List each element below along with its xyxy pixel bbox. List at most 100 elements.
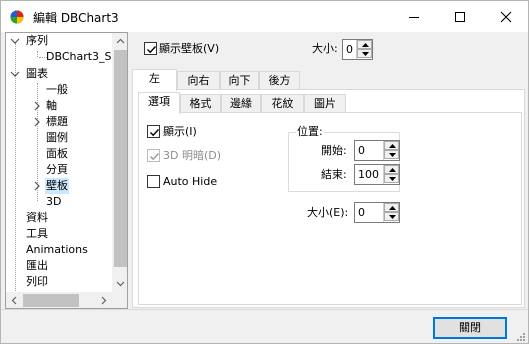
spin-up-button[interactable] xyxy=(357,40,372,49)
auto-hide-checkbox[interactable] xyxy=(147,175,160,188)
spin-up-icon xyxy=(389,144,396,148)
inner-size-value[interactable]: 0 xyxy=(358,206,365,219)
spin-up-button[interactable] xyxy=(384,203,399,212)
start-value[interactable]: 0 xyxy=(358,144,365,157)
tab-picture[interactable]: 圖片 xyxy=(304,94,346,114)
tab-options[interactable]: 選項 xyxy=(138,92,180,114)
visible-label[interactable]: 顯示(I) xyxy=(163,125,197,139)
spin-up-button[interactable] xyxy=(384,141,399,150)
tab-back[interactable]: 後方 xyxy=(259,71,300,91)
tab-label: 圖片 xyxy=(314,97,336,110)
expand-icon xyxy=(34,117,40,127)
position-group-title: 位置: xyxy=(296,125,324,139)
tab-left[interactable]: 左 xyxy=(132,69,177,91)
tree-connector xyxy=(15,43,16,293)
tab-right[interactable]: 向右 xyxy=(177,71,220,91)
scroll-corner xyxy=(112,292,127,308)
close-window-button[interactable] xyxy=(483,1,528,32)
minimize-button[interactable] xyxy=(391,1,437,32)
checkmark-icon xyxy=(147,46,157,54)
tree-item-label: 資料 xyxy=(26,211,48,224)
tree-connector xyxy=(37,51,38,57)
spin-up-icon xyxy=(389,206,396,210)
show-wall-label[interactable]: 顯示壁板(V) xyxy=(159,42,219,56)
wall-size-value[interactable]: 0 xyxy=(346,43,353,56)
tree-item-label: 序列 xyxy=(26,34,48,47)
tab-label: 向下 xyxy=(228,74,251,87)
tree-item-label: DBChart3_Se xyxy=(46,50,119,63)
scroll-thumb[interactable] xyxy=(114,50,127,267)
spinner-buttons xyxy=(383,141,399,160)
close-button-label: 關閉 xyxy=(459,321,481,334)
scroll-right-button[interactable] xyxy=(95,292,112,308)
resize-grip-icon[interactable] xyxy=(516,332,526,342)
tree-vertical-scrollbar[interactable] xyxy=(112,33,127,292)
tree-item-label: 標題 xyxy=(46,115,68,128)
end-spinner[interactable]: 100 xyxy=(354,164,400,185)
expand-icon xyxy=(34,101,40,111)
spin-up-button[interactable] xyxy=(384,165,399,174)
tab-pattern[interactable]: 花紋 xyxy=(261,94,304,114)
tree-item-label: 一般 xyxy=(46,83,68,96)
auto-hide-label[interactable]: Auto Hide xyxy=(163,175,217,189)
dark-3d-checkbox xyxy=(147,149,160,162)
dark-3d-label: 3D 明暗(D) xyxy=(163,149,222,162)
spin-down-icon xyxy=(389,153,396,157)
spin-down-icon xyxy=(362,52,369,56)
tab-label: 向右 xyxy=(187,74,210,87)
collapse-icon xyxy=(10,71,20,77)
tree-item-label: Animations xyxy=(26,243,88,256)
spinner-buttons xyxy=(383,203,399,222)
start-label: 開始: xyxy=(321,144,347,157)
window-title: 編輯 DBChart3 xyxy=(33,11,119,25)
tree-item-label: 軸 xyxy=(46,99,57,112)
dialog-window: 編輯 DBChart3 序列 DBChart3_Se 圖表 一般 軸 標題 圖例… xyxy=(0,0,529,344)
spin-down-button[interactable] xyxy=(384,174,399,183)
wall-size-label: 大小: xyxy=(312,42,338,55)
wall-size-spinner[interactable]: 0 xyxy=(342,39,373,60)
maximize-icon xyxy=(455,12,465,22)
close-button[interactable]: 關閉 xyxy=(433,317,507,339)
start-spinner[interactable]: 0 xyxy=(354,140,400,161)
title-bar: 編輯 DBChart3 xyxy=(1,1,528,32)
tree-item-label: 分頁 xyxy=(46,163,68,176)
spin-up-icon xyxy=(389,168,396,172)
spin-down-button[interactable] xyxy=(357,49,372,58)
spin-down-icon xyxy=(389,215,396,219)
tab-label: 左 xyxy=(149,72,160,85)
spin-down-button[interactable] xyxy=(384,150,399,159)
inner-size-spinner[interactable]: 0 xyxy=(354,202,400,223)
spin-up-icon xyxy=(362,43,369,47)
scroll-down-button[interactable] xyxy=(112,275,127,292)
collapse-icon xyxy=(10,38,20,44)
scroll-left-button[interactable] xyxy=(6,292,23,308)
tree-item-label: 圖例 xyxy=(46,131,68,144)
tree-item-label: 匯出 xyxy=(26,259,48,272)
tab-border[interactable]: 邊緣 xyxy=(221,94,261,114)
tree-item-label: 面板 xyxy=(46,147,68,160)
close-icon xyxy=(500,11,512,23)
scroll-up-button[interactable] xyxy=(112,33,127,50)
minimize-icon xyxy=(409,17,419,18)
scroll-up-icon xyxy=(116,38,125,44)
tree-item-label: 圖表 xyxy=(26,67,48,80)
scroll-left-icon xyxy=(11,296,17,305)
maximize-button[interactable] xyxy=(437,1,483,32)
show-wall-checkbox[interactable] xyxy=(144,42,157,55)
checkmark-icon xyxy=(150,153,160,161)
scroll-thumb[interactable] xyxy=(23,294,79,307)
editor-tree[interactable]: 序列 DBChart3_Se 圖表 一般 軸 標題 圖例 面板 分頁 壁板 3D… xyxy=(5,32,128,309)
end-value[interactable]: 100 xyxy=(358,168,379,181)
tree-item-label: 列印 xyxy=(26,275,48,288)
tree-horizontal-scrollbar[interactable] xyxy=(6,292,112,308)
tab-bottom[interactable]: 向下 xyxy=(220,71,259,91)
scroll-right-icon xyxy=(101,296,107,305)
spin-down-button[interactable] xyxy=(384,212,399,221)
visible-checkbox[interactable] xyxy=(147,125,160,138)
inner-size-label: 大小(E): xyxy=(307,206,349,219)
tab-label: 邊緣 xyxy=(230,97,252,110)
footer-divider xyxy=(1,309,528,310)
checkmark-icon xyxy=(150,129,160,137)
tab-label: 花紋 xyxy=(271,97,294,110)
tab-format[interactable]: 格式 xyxy=(180,94,221,114)
